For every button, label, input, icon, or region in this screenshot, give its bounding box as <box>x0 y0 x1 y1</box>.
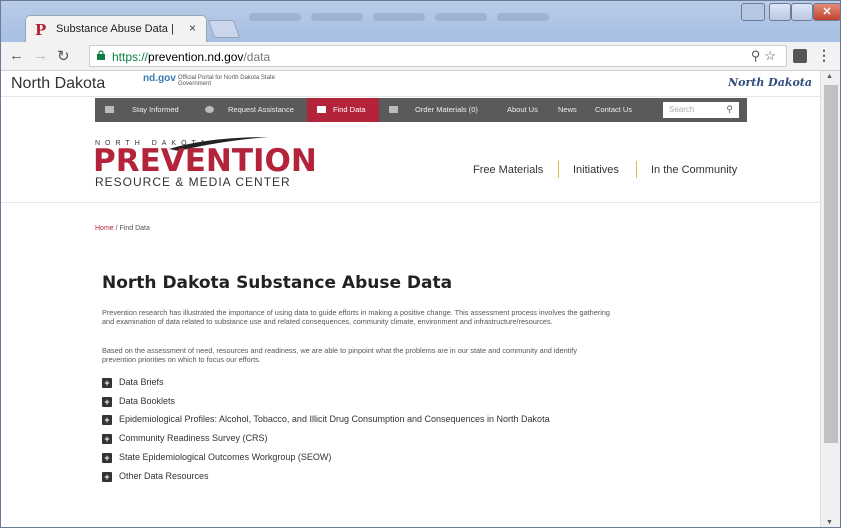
browser-tab[interactable]: P Substance Abuse Data | × <box>25 15 207 42</box>
accordion-label: Epidemiological Profiles: Alcohol, Tobac… <box>119 414 550 424</box>
back-arrow-icon[interactable]: ← <box>9 47 24 64</box>
mail-icon <box>105 106 114 113</box>
scroll-up-arrow-icon[interactable]: ▲ <box>826 73 833 80</box>
browser-window: P Substance Abuse Data | × ✕ ← → ↻ https… <box>0 0 841 528</box>
expand-plus-icon: + <box>102 434 112 444</box>
cart-icon <box>389 106 398 113</box>
reload-icon[interactable]: ↻ <box>57 47 70 65</box>
chart-icon <box>317 106 326 113</box>
nav-order-materials[interactable]: Order Materials (0) <box>415 98 478 122</box>
new-tab-button[interactable] <box>207 20 241 38</box>
lock-icon <box>97 50 105 60</box>
nav-request-assistance[interactable]: Request Assistance <box>228 98 294 122</box>
breadcrumb-home-link[interactable]: Home <box>95 225 114 232</box>
close-window-button[interactable]: ✕ <box>813 3 840 21</box>
extension-icon[interactable] <box>793 49 807 63</box>
north-dakota-logo[interactable]: North Dakota <box>728 76 812 89</box>
expand-plus-icon: + <box>102 415 112 425</box>
mainnav-separator <box>636 161 637 178</box>
nav-find-data-label: Find Data <box>333 105 366 114</box>
logo-sub-text: RESOURCE & MEDIA CENTER <box>95 175 291 189</box>
scroll-thumb[interactable] <box>824 85 838 443</box>
forward-arrow-icon[interactable]: → <box>33 47 48 64</box>
nav-news[interactable]: News <box>558 98 577 122</box>
state-name[interactable]: North Dakota <box>11 75 105 93</box>
chat-icon <box>205 106 214 113</box>
mainnav-separator <box>558 161 559 178</box>
scroll-down-arrow-icon[interactable]: ▼ <box>826 519 833 526</box>
favicon-icon: P <box>35 21 47 39</box>
accordion-label: Data Briefs <box>119 377 164 387</box>
portal-text: Official Portal for North Dakota State G… <box>178 75 275 87</box>
url-text: https://prevention.nd.gov/data <box>112 50 271 64</box>
tab-title: Substance Abuse Data | <box>56 23 174 35</box>
address-bar[interactable]: https://prevention.nd.gov/data ⚲☆ <box>89 45 787 67</box>
accordion-label: Other Data Resources <box>119 471 209 481</box>
mainnav-initiatives[interactable]: Initiatives <box>573 164 619 176</box>
expand-plus-icon: + <box>102 472 112 482</box>
ndgov-bar: North Dakota nd.gov Official Portal for … <box>1 71 820 97</box>
expand-plus-icon: + <box>102 378 112 388</box>
accordion-label: State Epidemiological Outcomes Workgroup… <box>119 452 332 462</box>
maximize-button[interactable] <box>791 3 813 21</box>
nav-contact-us[interactable]: Contact Us <box>595 98 632 122</box>
expand-plus-icon: + <box>102 397 112 407</box>
breadcrumb: Home / Find Data <box>95 225 150 232</box>
tab-close-icon[interactable]: × <box>189 21 196 35</box>
web-page: North Dakota nd.gov Official Portal for … <box>1 71 820 527</box>
intro-paragraph: Prevention research has illustrated the … <box>102 308 610 326</box>
minimize-button[interactable] <box>769 3 791 21</box>
browser-toolbar: ← → ↻ https://prevention.nd.gov/data ⚲☆ … <box>1 42 840 71</box>
header-divider <box>1 202 820 203</box>
breadcrumb-current: Find Data <box>119 225 150 232</box>
menu-icon[interactable]: ⋮ <box>817 47 831 64</box>
nav-stay-informed[interactable]: Stay Informed <box>132 98 179 122</box>
search-placeholder: Search <box>669 105 695 114</box>
zoom-bookmark-icons[interactable]: ⚲☆ <box>751 48 780 64</box>
bookmark-placeholders <box>249 13 549 25</box>
mainnav-in-the-community[interactable]: In the Community <box>651 164 737 176</box>
search-input[interactable]: Search ⚲ <box>663 102 739 118</box>
search-icon[interactable]: ⚲ <box>726 104 733 115</box>
mainnav-free-materials[interactable]: Free Materials <box>473 164 543 176</box>
expand-plus-icon: + <box>102 453 112 463</box>
accordion-label: Community Readiness Survey (CRS) <box>119 433 268 443</box>
assessment-paragraph: Based on the assessment of need, resourc… <box>102 346 577 364</box>
page-title: North Dakota Substance Abuse Data <box>102 273 453 293</box>
ndgov-label[interactable]: nd.gov <box>143 73 176 84</box>
prevention-logo[interactable]: NORTH DAKOTA PREVENTION RESOURCE & MEDIA… <box>93 135 317 195</box>
logo-main-text: PREVENTION <box>93 143 317 179</box>
nav-about-us[interactable]: About Us <box>507 98 538 122</box>
top-navbar: Stay Informed Request Assistance Find Da… <box>95 98 747 122</box>
accordion-label: Data Booklets <box>119 396 176 406</box>
vertical-scrollbar[interactable]: ▲ ▼ <box>820 71 840 527</box>
browser-titlebar: P Substance Abuse Data | × ✕ <box>1 1 840 42</box>
user-profile-button[interactable] <box>741 3 765 21</box>
